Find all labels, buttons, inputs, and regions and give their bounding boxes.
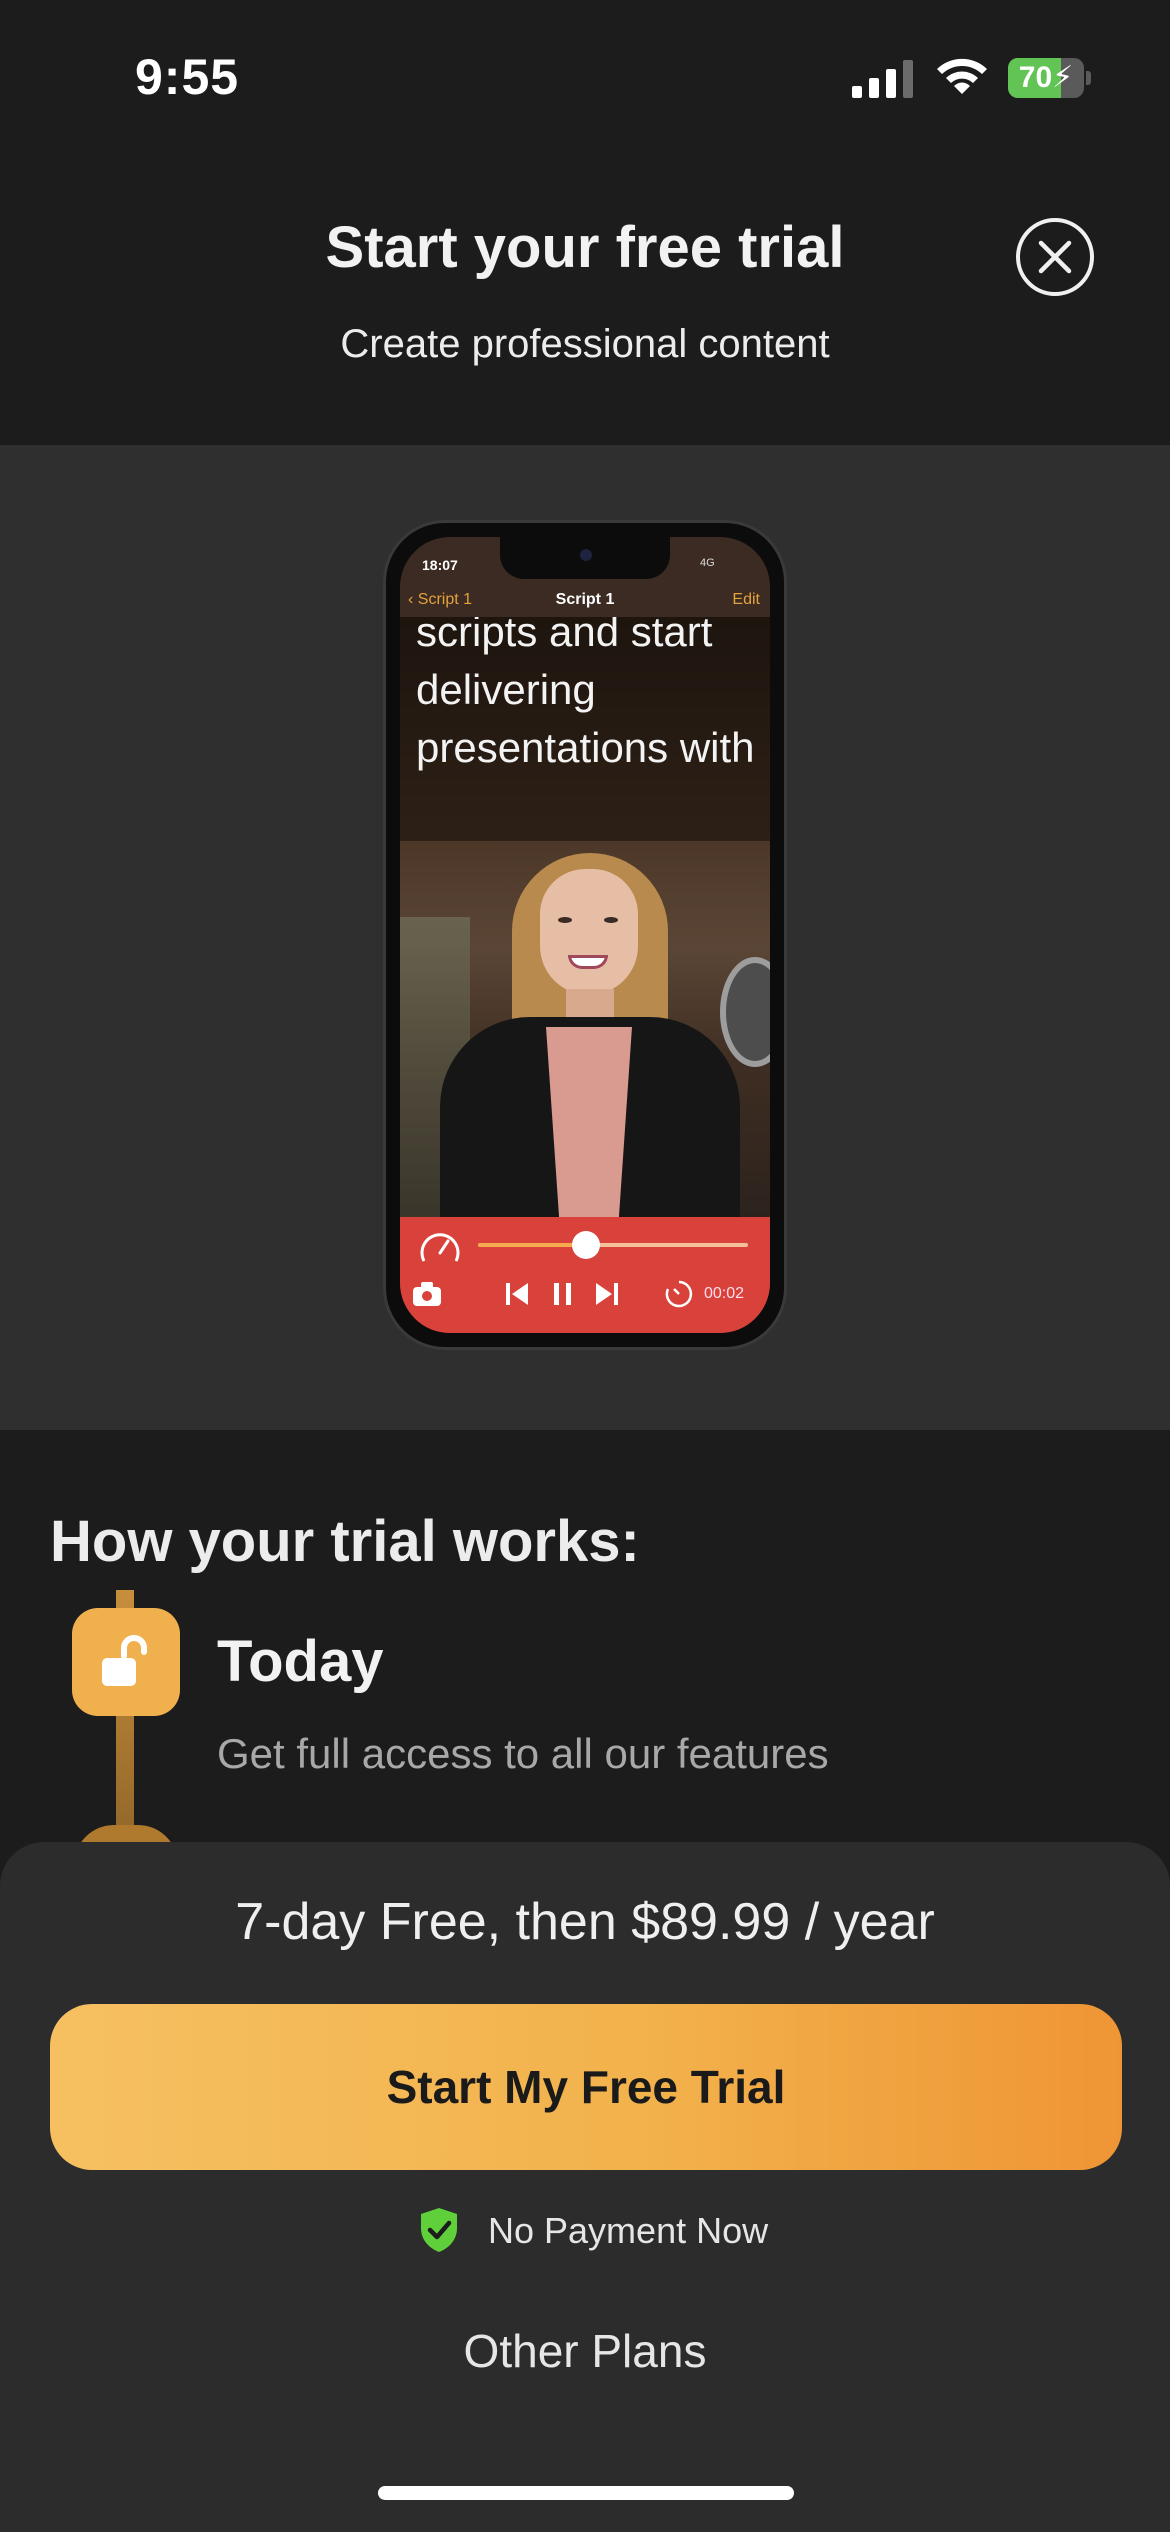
phone-nav-bar: ‹ Script 1 Script 1 Edit (400, 589, 770, 619)
start-free-trial-label: Start My Free Trial (386, 2061, 786, 2113)
purchase-sheet: 7-day Free, then $89.99 / year Start My … (0, 1842, 1170, 2532)
wifi-icon (937, 58, 987, 94)
speedometer-icon (420, 1233, 460, 1262)
no-payment-label: No Payment Now (488, 2210, 769, 2251)
slider-thumb (572, 1231, 600, 1259)
phone-nav-title: Script 1 (555, 591, 615, 608)
script-text: scripts and start delivering presentatio… (416, 617, 755, 771)
phone-screen: scripts and start delivering presentatio… (400, 537, 770, 1333)
status-time: 9:55 (135, 49, 240, 105)
timer-icon (665, 1280, 693, 1308)
shield-check-icon (421, 2208, 457, 2252)
presenter-face (540, 869, 638, 995)
other-plans-link[interactable]: Other Plans (0, 2324, 1170, 2378)
status-bar: 9:55 70⚡ (0, 0, 1170, 150)
timeline-step-badge (72, 1608, 180, 1716)
start-free-trial-button[interactable]: Start My Free Trial (50, 2004, 1122, 2170)
camera-icon (413, 1282, 441, 1306)
home-indicator[interactable] (378, 2486, 794, 2500)
trial-timeline: How your trial works: Today Get full acc… (0, 1430, 1170, 1885)
phone-edit-link: Edit (732, 591, 760, 608)
battery-indicator: 70⚡ (1008, 58, 1091, 98)
speed-slider (478, 1231, 748, 1259)
step-description: Get full access to all our features (217, 1730, 829, 1777)
wall-clock (720, 957, 770, 1067)
phone-mockup: scripts and start delivering presentatio… (383, 520, 787, 1350)
unlock-icon (102, 1635, 147, 1686)
paywall-header: Start your free trial Create professiona… (0, 150, 1170, 445)
page-subtitle: Create professional content (340, 322, 830, 366)
charging-bolt-icon: ⚡ (1052, 61, 1074, 94)
hero-preview: scripts and start delivering presentatio… (0, 445, 1170, 1430)
timer-text: 00:02 (704, 1285, 745, 1302)
trial-heading: How your trial works: (50, 1509, 640, 1574)
page-title: Start your free trial (325, 215, 845, 280)
phone-status-bar: 18:07 4G (400, 547, 770, 577)
signal-icon (852, 60, 913, 98)
teleprompter-script: scripts and start delivering presentatio… (400, 617, 770, 841)
step-title: Today (217, 1629, 384, 1694)
playback-icons (506, 1283, 618, 1305)
close-icon (1038, 240, 1072, 274)
price-text: 7-day Free, then $89.99 / year (235, 1893, 935, 1951)
player-controls: 00:02 (400, 1217, 770, 1333)
phone-network: 4G (700, 557, 715, 569)
no-payment-note: No Payment Now (0, 2206, 1170, 2258)
close-button[interactable] (1016, 218, 1094, 296)
battery-level: 70 (1018, 61, 1053, 94)
phone-time: 18:07 (422, 557, 458, 573)
